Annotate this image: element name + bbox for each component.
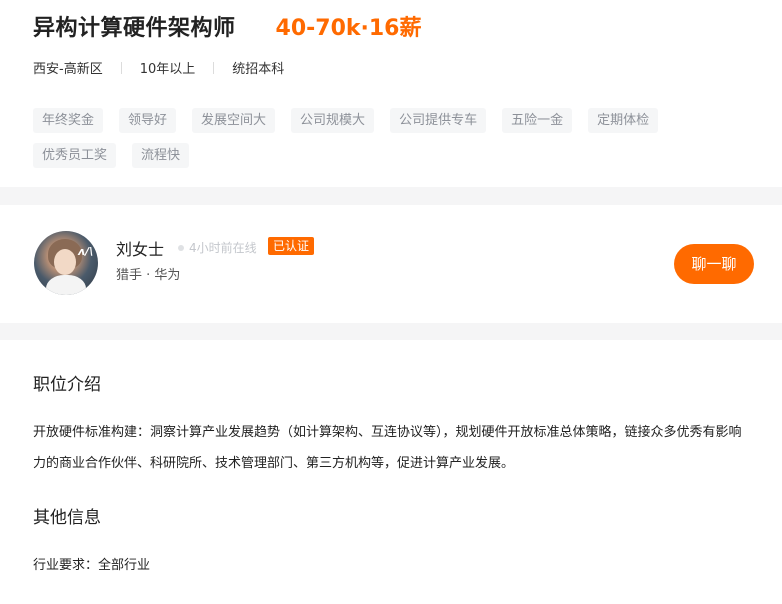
online-dot-icon (178, 244, 184, 251)
industry-value: 全部行业 (98, 558, 151, 573)
benefit-tag: 公司提供专车 (390, 108, 487, 133)
job-description-text: 开放硬件标准构建：洞察计算产业发展趋势（如计算架构、互连协议等），规划硬件开放标… (33, 425, 742, 471)
recruiter-card: ʌ/\ 刘女士 4小时前在线 已认证 猎手 · 华为 聊一聊 (0, 205, 782, 323)
industry-requirement: 行业要求：全部行业 (33, 554, 150, 573)
meta-divider (213, 61, 215, 74)
job-education: 统招本科 (232, 62, 285, 77)
other-info-title: 其他信息 (33, 508, 101, 528)
benefit-tags: 年终奖金 领导好 发展空间大 公司规模大 公司提供专车 五险一金 定期体检 优秀… (33, 108, 733, 178)
benefit-tag: 发展空间大 (192, 108, 276, 133)
meta-divider (120, 61, 122, 74)
benefit-tag: 年终奖金 (33, 108, 104, 133)
verified-badge: 已认证 (268, 237, 315, 255)
benefit-tag: 流程快 (132, 143, 190, 168)
salary: 40-70k·16薪 (275, 16, 422, 41)
title-row: 异构计算硬件架构师 40-70k·16薪 (33, 10, 421, 42)
online-status-text: 4小时前在线 (189, 241, 257, 255)
avatar[interactable]: ʌ/\ (34, 231, 98, 295)
benefit-tag: 领导好 (119, 108, 177, 133)
job-header-card: 异构计算硬件架构师 40-70k·16薪 西安-高新区 10年以上 统招本科 年… (0, 0, 782, 187)
chat-button[interactable]: 聊一聊 (674, 244, 754, 284)
recruiter-name: 刘女士 (116, 240, 165, 259)
job-description-card: 职位介绍 开放硬件标准构建：洞察计算产业发展趋势（如计算架构、互连协议等），规划… (0, 340, 782, 604)
industry-label: 行业要求： (33, 558, 99, 573)
recruiter-company: 猎手 · 华为 (116, 268, 181, 283)
job-title: 异构计算硬件架构师 (33, 16, 236, 41)
benefit-tag: 优秀员工奖 (33, 143, 117, 168)
job-meta: 西安-高新区 10年以上 统招本科 (33, 58, 284, 77)
avatar-logo: ʌ/\ (78, 245, 94, 258)
benefit-tag: 定期体检 (588, 108, 659, 133)
job-experience: 10年以上 (139, 62, 196, 77)
online-status: 4小时前在线 (178, 239, 257, 256)
benefit-tag: 五险一金 (502, 108, 573, 133)
job-location: 西安-高新区 (33, 62, 103, 77)
job-intro-title: 职位介绍 (33, 375, 101, 395)
avatar-face (54, 249, 76, 275)
avatar-body (46, 275, 86, 295)
benefit-tag: 公司规模大 (291, 108, 375, 133)
